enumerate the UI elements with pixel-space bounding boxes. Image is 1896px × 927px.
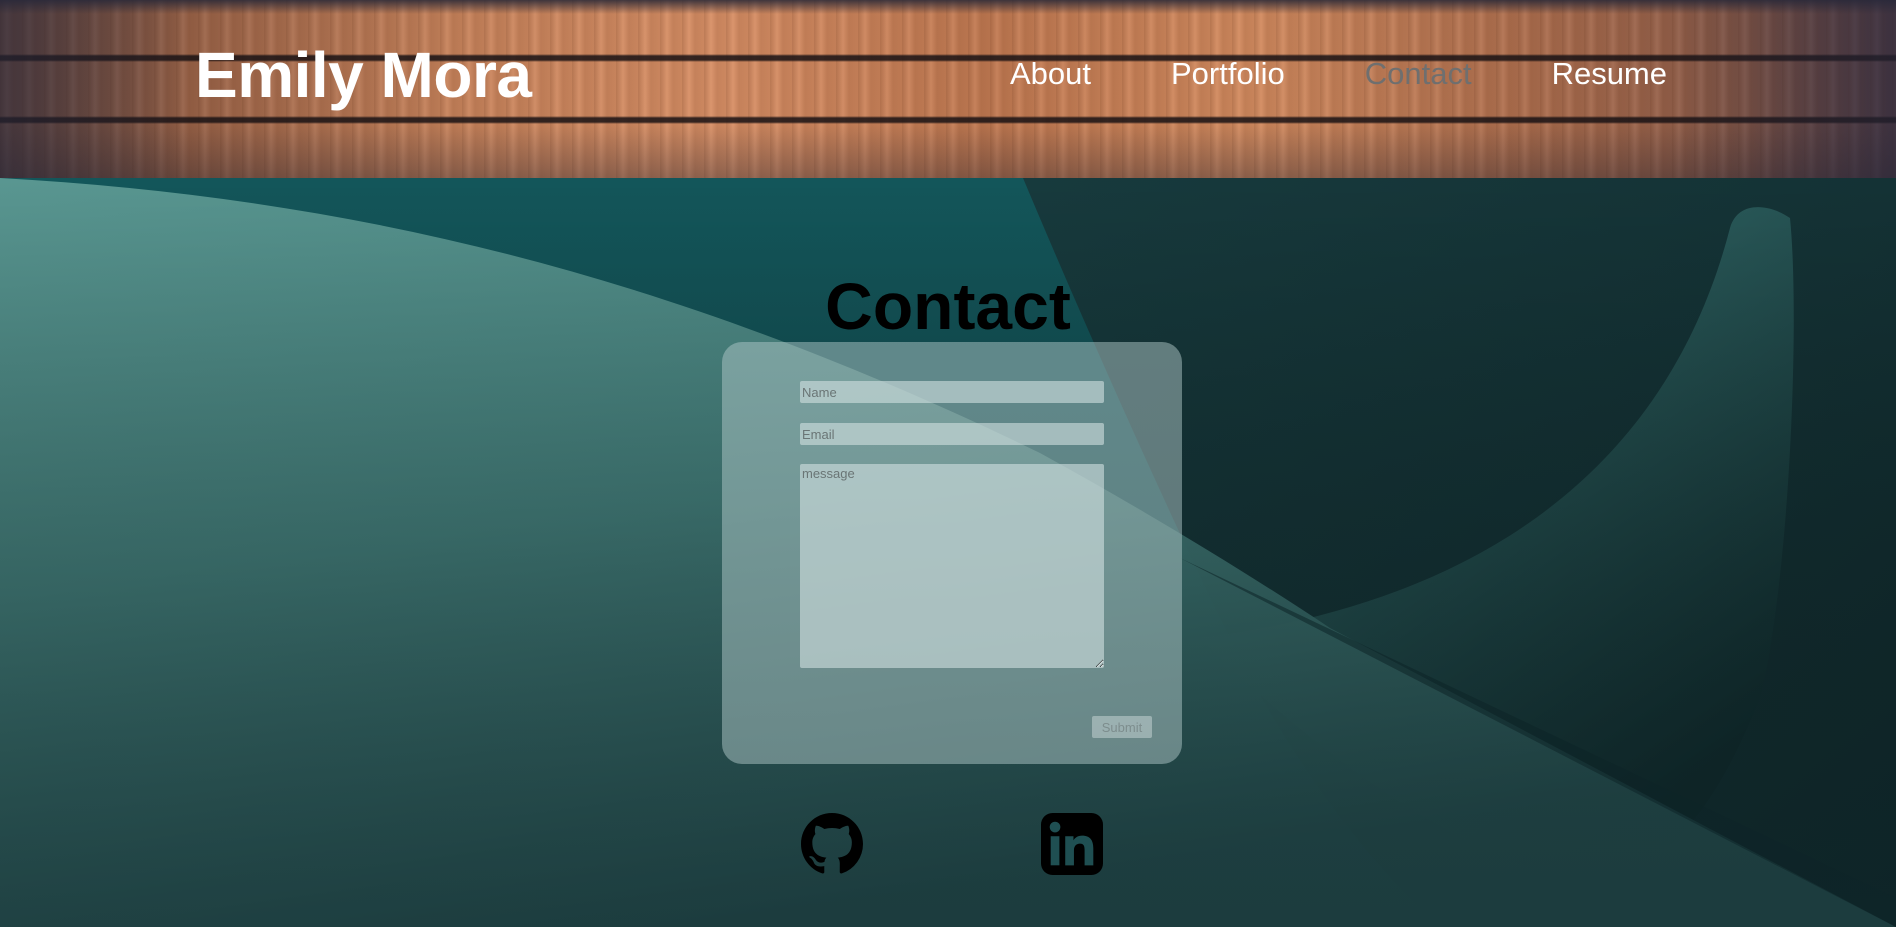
linkedin-icon[interactable]	[1041, 813, 1103, 875]
name-field[interactable]	[800, 381, 1104, 403]
email-field[interactable]	[800, 423, 1104, 445]
contact-form: Submit	[722, 342, 1182, 764]
nav-link-about[interactable]: About	[1010, 56, 1091, 92]
submit-button[interactable]: Submit	[1092, 716, 1152, 738]
site-header: Emily Mora About Portfolio Contact Resum…	[0, 0, 1896, 178]
nav-link-resume[interactable]: Resume	[1552, 56, 1667, 92]
site-title[interactable]: Emily Mora	[195, 38, 532, 112]
main-nav: About Portfolio Contact Resume	[1010, 56, 1667, 92]
github-icon[interactable]	[801, 813, 863, 875]
nav-link-contact[interactable]: Contact	[1365, 56, 1472, 92]
message-field[interactable]	[800, 464, 1104, 668]
contact-section: Contact Submit	[0, 178, 1896, 927]
page-title: Contact	[825, 269, 1071, 344]
nav-link-portfolio[interactable]: Portfolio	[1171, 56, 1285, 92]
